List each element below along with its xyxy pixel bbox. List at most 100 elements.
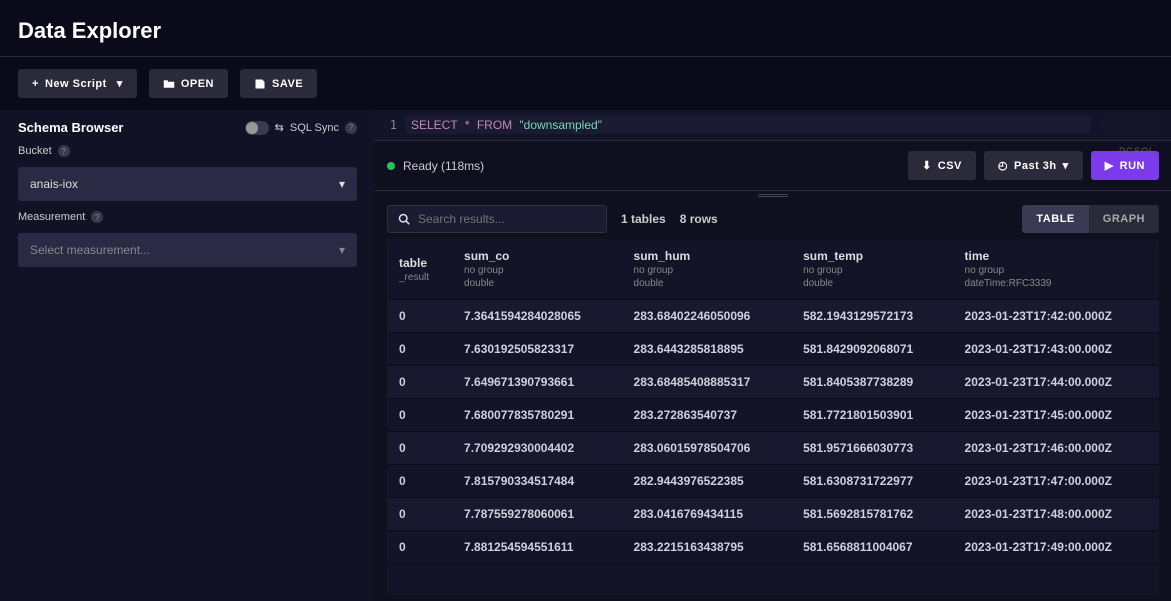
- plus-icon: +: [32, 78, 39, 90]
- search-results-box[interactable]: [387, 205, 607, 233]
- table-cell: 283.0416769434115: [622, 498, 792, 531]
- save-button[interactable]: SAVE: [240, 69, 317, 98]
- table-cell: 283.06015978504706: [622, 432, 792, 465]
- table-cell: 2023-01-23T17:49:00.000Z: [953, 531, 1159, 564]
- measurement-label: Measurement: [18, 211, 85, 223]
- line-number: 1: [375, 116, 405, 134]
- search-icon: [398, 213, 410, 225]
- table-cell: 581.6308731722977: [791, 465, 952, 498]
- keyword-select: SELECT: [411, 118, 458, 132]
- csv-button[interactable]: ⬇ CSV: [908, 151, 976, 180]
- table-cell: 7.709292930004402: [452, 432, 622, 465]
- open-button[interactable]: OPEN: [149, 69, 228, 98]
- status-indicator-icon: [387, 162, 395, 170]
- tables-count: 1 tables: [621, 212, 666, 226]
- bucket-label: Bucket: [18, 145, 52, 157]
- new-script-label: New Script: [45, 78, 107, 90]
- sql-sync-toggle[interactable]: [245, 121, 269, 135]
- caret-down-icon: ▾: [339, 177, 345, 191]
- time-range-label: Past 3h: [1014, 160, 1057, 172]
- table-cell: 582.1943129572173: [791, 300, 952, 333]
- schema-sidebar: Schema Browser ⇆ SQL Sync ? Bucket ? ana…: [0, 110, 375, 601]
- sql-sync-label: SQL Sync: [290, 122, 339, 134]
- resize-handle[interactable]: [375, 191, 1171, 199]
- time-range-select[interactable]: ◴ Past 3h ▾: [984, 151, 1083, 180]
- star: *: [465, 118, 470, 132]
- info-icon[interactable]: ?: [58, 145, 70, 157]
- table-cell: 2023-01-23T17:47:00.000Z: [953, 465, 1159, 498]
- table-cell: 0: [387, 366, 452, 399]
- table-cell: 581.7721801503901: [791, 399, 952, 432]
- bucket-value: anais-iox: [30, 177, 78, 191]
- table-cell: 581.8405387738289: [791, 366, 952, 399]
- toolbar: + New Script ▾ OPEN SAVE: [0, 57, 1171, 110]
- table-cell: 283.272863540737: [622, 399, 792, 432]
- view-graph-button[interactable]: GRAPH: [1089, 205, 1159, 233]
- table-cell: 7.815790334517484: [452, 465, 622, 498]
- table-cell: 2023-01-23T17:43:00.000Z: [953, 333, 1159, 366]
- table-cell: 282.9443976522385: [622, 465, 792, 498]
- column-header[interactable]: sum_humno groupdouble: [622, 239, 792, 300]
- table-cell: 2023-01-23T17:42:00.000Z: [953, 300, 1159, 333]
- table-cell: 283.2215163438795: [622, 531, 792, 564]
- info-icon[interactable]: ?: [345, 122, 357, 134]
- download-icon: ⬇: [922, 159, 932, 172]
- code-line[interactable]: SELECT * FROM "downsampled": [405, 116, 1091, 134]
- table-row[interactable]: 07.709292930004402283.06015978504706581.…: [387, 432, 1159, 465]
- table-row[interactable]: 07.630192505823317283.6443285818895581.8…: [387, 333, 1159, 366]
- table-row[interactable]: 07.649671390793661283.68485408885317581.…: [387, 366, 1159, 399]
- view-table-button[interactable]: TABLE: [1022, 205, 1088, 233]
- schema-browser-title: Schema Browser: [18, 120, 124, 135]
- sql-editor[interactable]: 1 SELECT * FROM "downsampled": [375, 110, 1171, 141]
- editor-minimap[interactable]: [1101, 116, 1161, 134]
- table-cell: 7.680077835780291: [452, 399, 622, 432]
- table-cell: 2023-01-23T17:45:00.000Z: [953, 399, 1159, 432]
- bucket-select[interactable]: anais-iox ▾: [18, 167, 357, 201]
- caret-down-icon: ▾: [117, 77, 123, 90]
- column-header[interactable]: table_result: [387, 239, 452, 300]
- play-icon: ▶: [1105, 159, 1114, 172]
- table-cell: 7.630192505823317: [452, 333, 622, 366]
- table-row[interactable]: 07.815790334517484282.9443976522385581.6…: [387, 465, 1159, 498]
- column-header[interactable]: timeno groupdateTime:RFC3339: [953, 239, 1159, 300]
- table-row[interactable]: 07.680077835780291283.272863540737581.77…: [387, 399, 1159, 432]
- page-title: Data Explorer: [18, 18, 1153, 44]
- table-cell: 7.649671390793661: [452, 366, 622, 399]
- language-tag: PGSQL: [1119, 146, 1155, 156]
- table-cell: 581.6568811004067: [791, 531, 952, 564]
- info-icon[interactable]: ?: [91, 211, 103, 223]
- table-row[interactable]: 07.3641594284028065283.68402246050096582…: [387, 300, 1159, 333]
- table-cell: 0: [387, 531, 452, 564]
- rows-count: 8 rows: [680, 212, 718, 226]
- csv-label: CSV: [938, 160, 962, 172]
- sync-icon: ⇆: [275, 121, 284, 134]
- results-table: table_resultsum_cono groupdoublesum_humn…: [387, 239, 1159, 564]
- table-row[interactable]: 07.881254594551611283.2215163438795581.6…: [387, 531, 1159, 564]
- table-cell: 0: [387, 333, 452, 366]
- table-cell: 2023-01-23T17:44:00.000Z: [953, 366, 1159, 399]
- search-input[interactable]: [418, 212, 596, 226]
- table-cell: 581.9571666030773: [791, 432, 952, 465]
- open-label: OPEN: [181, 78, 214, 90]
- table-cell: 2023-01-23T17:46:00.000Z: [953, 432, 1159, 465]
- table-cell: 0: [387, 399, 452, 432]
- save-label: SAVE: [272, 78, 303, 90]
- table-cell: 581.5692815781762: [791, 498, 952, 531]
- table-cell: 7.881254594551611: [452, 531, 622, 564]
- run-label: RUN: [1120, 160, 1145, 172]
- table-row[interactable]: 07.787559278060061283.0416769434115581.5…: [387, 498, 1159, 531]
- table-cell: 0: [387, 432, 452, 465]
- measurement-select[interactable]: Select measurement... ▾: [18, 233, 357, 267]
- column-header[interactable]: sum_tempno groupdouble: [791, 239, 952, 300]
- clock-icon: ◴: [998, 159, 1008, 172]
- new-script-button[interactable]: + New Script ▾: [18, 69, 137, 98]
- column-header[interactable]: sum_cono groupdouble: [452, 239, 622, 300]
- table-cell: 0: [387, 300, 452, 333]
- string-table: "downsampled": [519, 118, 602, 132]
- table-cell: 283.68402246050096: [622, 300, 792, 333]
- status-text: Ready (118ms): [403, 159, 484, 173]
- table-cell: 283.68485408885317: [622, 366, 792, 399]
- caret-down-icon: ▾: [1063, 159, 1069, 172]
- table-cell: 2023-01-23T17:48:00.000Z: [953, 498, 1159, 531]
- table-cell: 581.8429092068071: [791, 333, 952, 366]
